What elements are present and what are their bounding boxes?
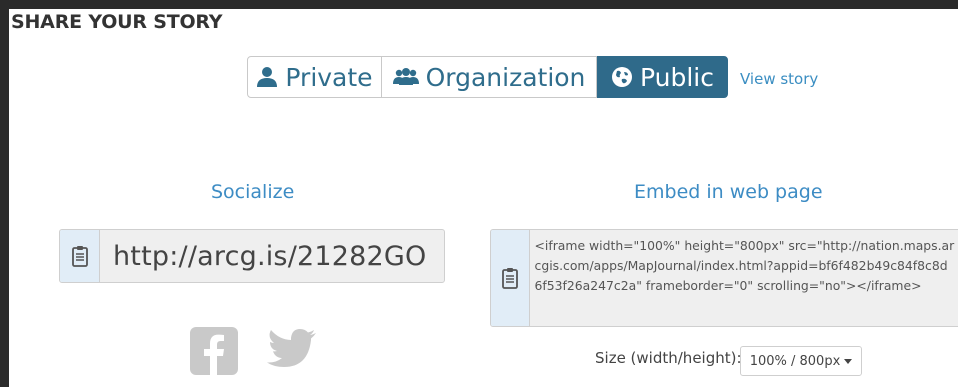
size-label: Size (width/height): bbox=[595, 349, 742, 367]
share-panel: SHARE YOUR STORY Private Organization Pu… bbox=[9, 9, 958, 387]
facebook-icon[interactable] bbox=[190, 327, 238, 375]
size-value: 100% / 800px bbox=[749, 353, 841, 369]
private-label: Private bbox=[285, 62, 373, 92]
clipboard-icon bbox=[71, 246, 88, 267]
page-title: SHARE YOUR STORY bbox=[11, 11, 223, 33]
organization-button[interactable]: Organization bbox=[381, 56, 597, 98]
embed-heading: Embed in web page bbox=[634, 181, 823, 203]
clipboard-icon bbox=[501, 268, 518, 289]
group-icon bbox=[392, 68, 419, 85]
share-url-field[interactable]: http://arcg.is/21282GO bbox=[59, 229, 445, 283]
social-icons bbox=[190, 327, 318, 375]
organization-label: Organization bbox=[425, 62, 586, 92]
socialize-heading: Socialize bbox=[211, 181, 295, 203]
caret-down-icon bbox=[844, 358, 853, 364]
twitter-icon[interactable] bbox=[266, 327, 318, 371]
copy-url-button[interactable] bbox=[60, 230, 100, 282]
view-story-link[interactable]: View story bbox=[740, 70, 818, 88]
public-label: Public bbox=[640, 62, 714, 92]
public-button[interactable]: Public bbox=[597, 56, 728, 98]
user-icon bbox=[257, 67, 278, 87]
private-button[interactable]: Private bbox=[247, 56, 382, 98]
size-dropdown[interactable]: 100% / 800px bbox=[740, 346, 862, 376]
embed-code-field[interactable]: <iframe width="100%" height="800px" src=… bbox=[490, 229, 958, 327]
copy-embed-button[interactable] bbox=[491, 230, 530, 326]
share-url-text: http://arcg.is/21282GO bbox=[113, 240, 427, 272]
embed-code-text: <iframe width="100%" height="800px" src=… bbox=[534, 238, 955, 293]
globe-icon bbox=[612, 67, 632, 87]
